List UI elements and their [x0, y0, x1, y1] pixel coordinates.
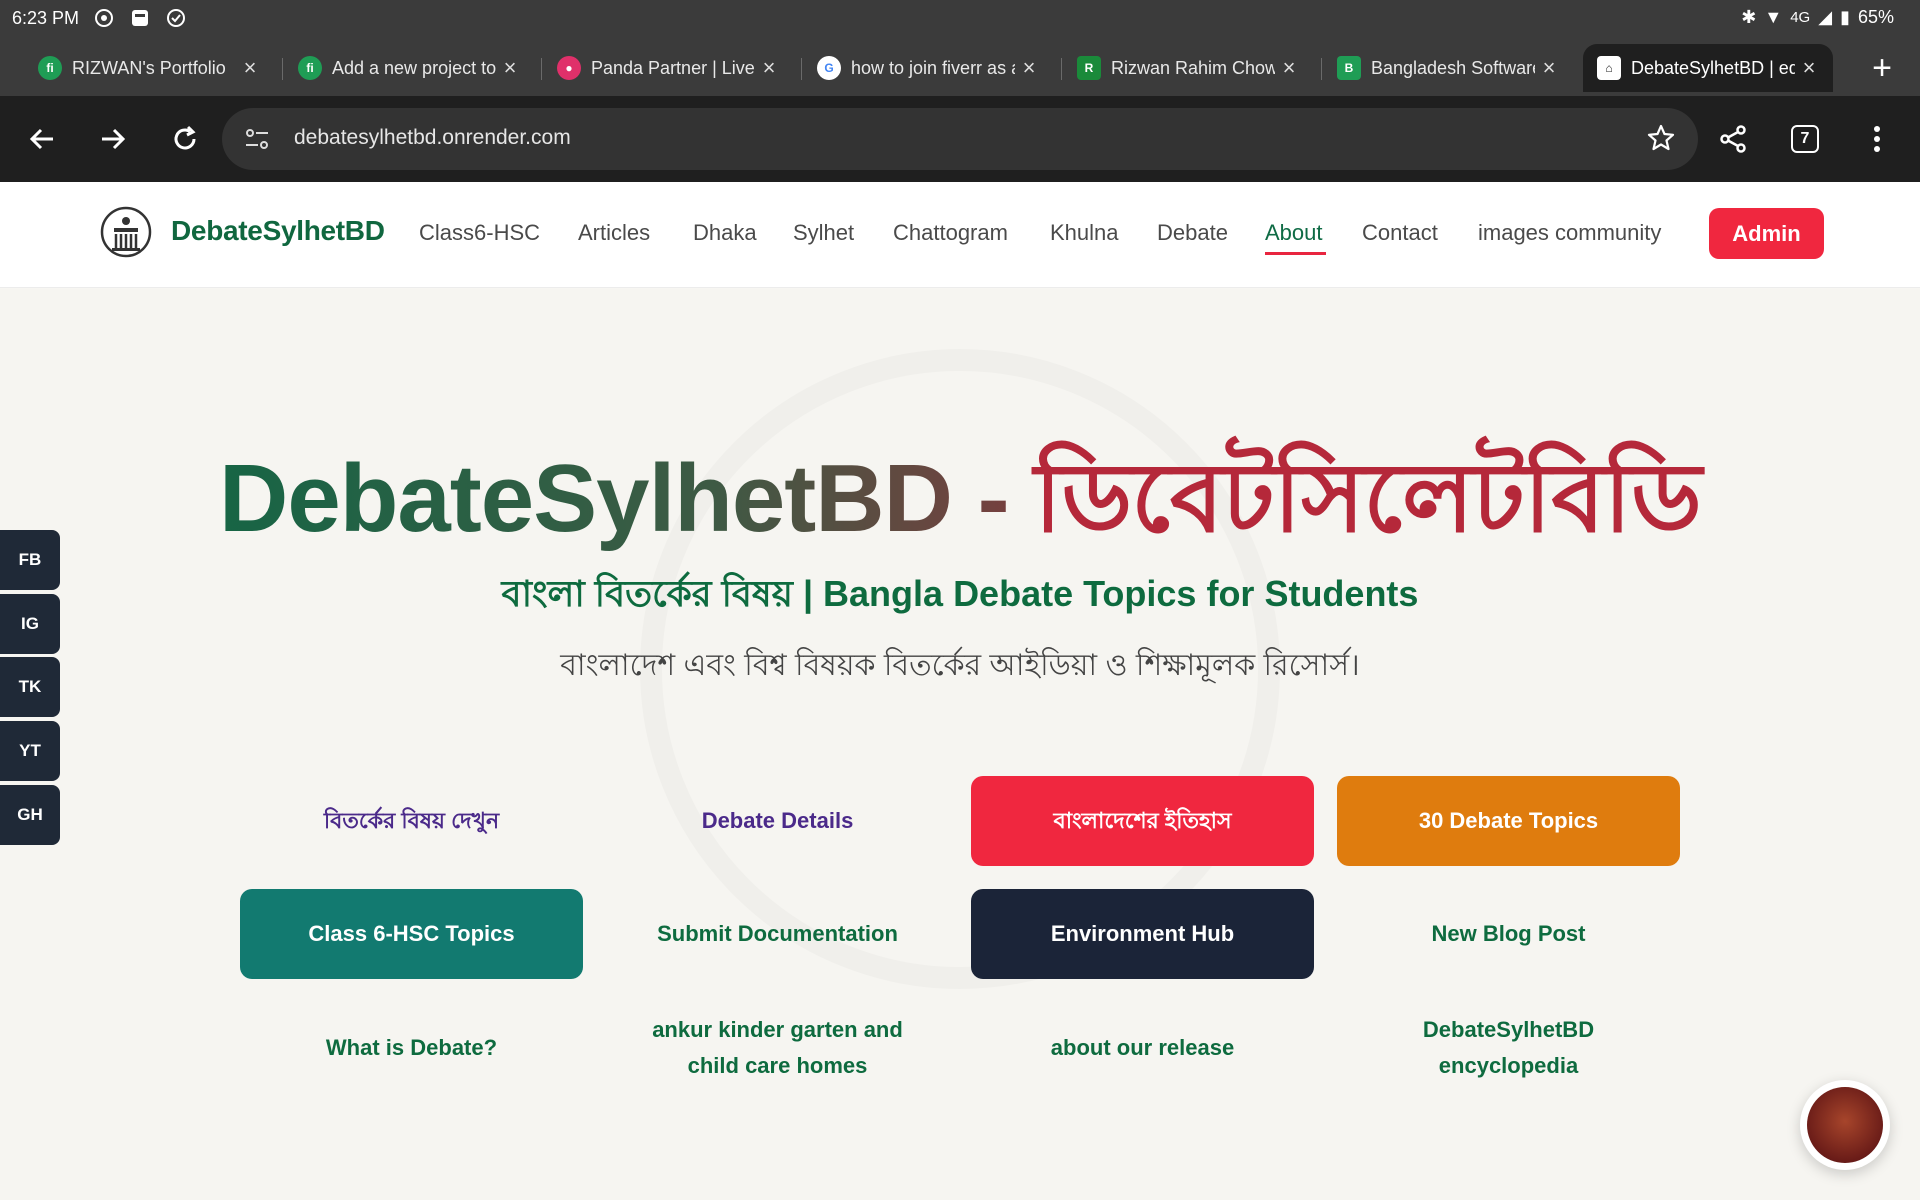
browser-chrome-top: 6:23 PM ✱ ▼ 4G ◢ ▮ 65% fi RIZWAN's Portf…: [0, 0, 1920, 96]
chrome-icon: [93, 7, 115, 29]
social-tiktok[interactable]: TK: [0, 657, 60, 717]
tab-rizwan-rahim[interactable]: R Rizwan Rahim Chowd ×: [1063, 44, 1313, 92]
tab-title: Bangladesh Software: [1371, 57, 1535, 78]
hero-title-english: DebateSylhetBD -: [219, 445, 1035, 552]
ankur-kindergarten-link[interactable]: ankur kinder garten and child care homes: [636, 1003, 919, 1093]
tab-switcher-button[interactable]: 7: [1783, 117, 1827, 161]
new-tab-icon[interactable]: +: [1862, 48, 1902, 88]
signal-icon: ◢: [1818, 7, 1833, 27]
check-circle-icon: [165, 7, 187, 29]
close-tab-icon[interactable]: ×: [1537, 56, 1561, 80]
submit-documentation-link[interactable]: Submit Documentation: [606, 889, 949, 979]
hero-title-bangla: ডিবেটসিলেটবিডি: [1034, 445, 1702, 552]
share-icon[interactable]: [1711, 117, 1755, 161]
social-github[interactable]: GH: [0, 785, 60, 845]
tab-debatesylhetbd[interactable]: ⌂ DebateSylhetBD | edu ×: [1583, 44, 1833, 92]
favicon-icon: fi: [298, 56, 322, 80]
battery-level: 65%: [1857, 7, 1894, 27]
nav-chattogram[interactable]: Chattogram: [893, 220, 1008, 246]
more-menu-icon[interactable]: [1855, 117, 1899, 161]
reload-icon[interactable]: [163, 117, 207, 161]
close-tab-icon[interactable]: ×: [238, 56, 262, 80]
tab-bangladesh-software[interactable]: B Bangladesh Software ×: [1323, 44, 1573, 92]
close-tab-icon[interactable]: ×: [1277, 56, 1301, 80]
tab-title: how to join fiverr as a: [851, 57, 1015, 78]
hero-subtitle: বাংলা বিতর্কের বিষয় | Bangla Debate Top…: [501, 573, 1419, 614]
nav-articles[interactable]: Articles: [578, 220, 650, 246]
nav-debate[interactable]: Debate: [1157, 220, 1228, 246]
bookmark-star-icon[interactable]: [1646, 123, 1676, 158]
favicon-icon: B: [1337, 56, 1361, 80]
class6-hsc-topics-button[interactable]: Class 6-HSC Topics: [240, 889, 583, 979]
back-icon[interactable]: [20, 117, 64, 161]
bluetooth-icon: ✱: [1741, 7, 1757, 27]
nav-about[interactable]: About: [1265, 220, 1323, 246]
network-label: 4G: [1790, 9, 1811, 26]
social-youtube[interactable]: YT: [0, 721, 60, 781]
tab-title: DebateSylhetBD | edu: [1631, 57, 1795, 78]
close-tab-icon[interactable]: ×: [1797, 56, 1821, 80]
tab-google-search[interactable]: G how to join fiverr as a ×: [803, 44, 1053, 92]
tab-add-project[interactable]: fi Add a new project to ×: [284, 44, 534, 92]
tab-separator: [282, 58, 283, 80]
hero-section: DebateSylhetBD - ডিবেটসিলেটবিডি বাংলা বি…: [0, 289, 1920, 1200]
nav-contact[interactable]: Contact: [1362, 220, 1438, 246]
forward-icon[interactable]: [91, 117, 135, 161]
favicon-icon: R: [1077, 56, 1101, 80]
browser-toolbar: debatesylhetbd.onrender.com 7: [0, 96, 1920, 182]
tab-title: Add a new project to: [332, 57, 496, 78]
tab-strip: fi RIZWAN's Portfolio × fi Add a new pro…: [0, 40, 1920, 96]
favicon-icon: ⌂: [1597, 56, 1621, 80]
wifi-icon: ▼: [1764, 7, 1783, 27]
tab-separator: [1061, 58, 1062, 80]
close-tab-icon[interactable]: ×: [498, 56, 522, 80]
tab-title: Rizwan Rahim Chowd: [1111, 57, 1275, 78]
battery-icon: ▮: [1840, 7, 1850, 27]
nav-class6-hsc[interactable]: Class6-HSC: [419, 220, 540, 246]
social-instagram[interactable]: IG: [0, 594, 60, 654]
favicon-icon: fi: [38, 56, 62, 80]
tab-title: Panda Partner | Live C: [591, 57, 755, 78]
status-time: 6:23 PM: [12, 7, 80, 28]
debate-details-link[interactable]: Debate Details: [606, 776, 949, 866]
notification-app-icon: [129, 7, 151, 29]
url-text[interactable]: debatesylhetbd.onrender.com: [294, 126, 571, 150]
tab-count: 7: [1791, 125, 1819, 153]
nav-images-community[interactable]: images community: [1478, 220, 1661, 246]
nav-sylhet[interactable]: Sylhet: [793, 220, 854, 246]
google-icon: G: [817, 56, 841, 80]
hero-description: বাংলাদেশ এবং বিশ্ব বিষয়ক বিতর্কের আইডিয…: [560, 649, 1360, 682]
tab-panda-partner[interactable]: ● Panda Partner | Live C ×: [543, 44, 793, 92]
site-settings-icon[interactable]: [244, 127, 270, 156]
close-tab-icon[interactable]: ×: [1017, 56, 1041, 80]
site-header: DebateSylhetBD Class6-HSC Articles Dhaka…: [0, 182, 1920, 288]
social-facebook[interactable]: FB: [0, 530, 60, 590]
favicon-icon: ●: [557, 56, 581, 80]
nav-active-underline: [1265, 252, 1326, 255]
brand-name[interactable]: DebateSylhetBD: [171, 215, 385, 247]
admin-button[interactable]: Admin: [1709, 208, 1824, 259]
about-our-release-link[interactable]: about our release: [971, 1003, 1314, 1093]
tab-rizwan-portfolio[interactable]: fi RIZWAN's Portfolio ×: [24, 44, 274, 92]
hero-title: DebateSylhetBD - ডিবেটসিলেটবিডি: [0, 424, 1920, 585]
nav-dhaka[interactable]: Dhaka: [693, 220, 757, 246]
view-debate-topics-link[interactable]: বিতর্কের বিষয় দেখুন: [240, 776, 583, 866]
tab-separator: [541, 58, 542, 80]
encyclopedia-link[interactable]: DebateSylhetBD encyclopedia: [1407, 1003, 1610, 1093]
tab-title: RIZWAN's Portfolio: [72, 57, 226, 78]
30-debate-topics-button[interactable]: 30 Debate Topics: [1337, 776, 1680, 866]
chat-widget-avatar[interactable]: [1800, 1080, 1890, 1170]
status-bar: 6:23 PM ✱ ▼ 4G ◢ ▮ 65%: [0, 0, 1920, 36]
what-is-debate-link[interactable]: What is Debate?: [240, 1003, 583, 1093]
environment-hub-button[interactable]: Environment Hub: [971, 889, 1314, 979]
address-bar[interactable]: debatesylhetbd.onrender.com: [222, 108, 1698, 170]
nav-khulna[interactable]: Khulna: [1050, 220, 1119, 246]
tab-separator: [1321, 58, 1322, 80]
new-blog-post-link[interactable]: New Blog Post: [1337, 889, 1680, 979]
tab-separator: [801, 58, 802, 80]
site-logo-icon[interactable]: [100, 206, 152, 258]
bangladesh-history-button[interactable]: বাংলাদেশের ইতিহাস: [971, 776, 1314, 866]
close-tab-icon[interactable]: ×: [757, 56, 781, 80]
avatar: [1807, 1087, 1883, 1163]
